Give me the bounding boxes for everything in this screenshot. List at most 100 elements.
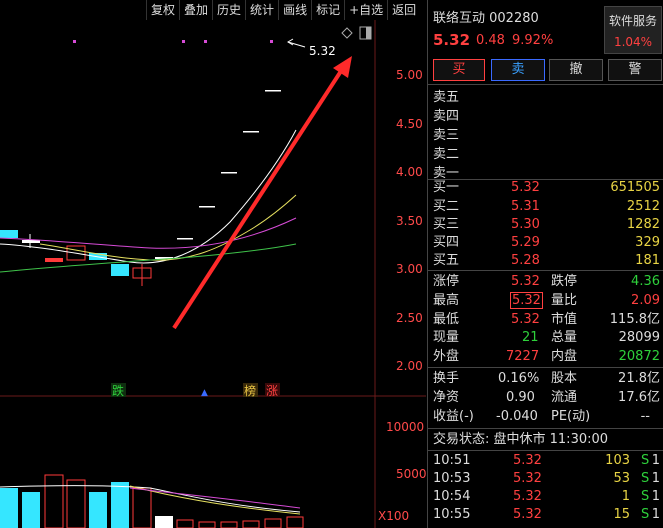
sector-box[interactable]: 软件服务 1.04% xyxy=(604,6,662,54)
toolbar-fanhui[interactable]: 返回 xyxy=(387,0,420,20)
ask-row[interactable]: 卖四 xyxy=(428,107,663,126)
candle xyxy=(0,230,18,238)
trend-arrow-head xyxy=(333,56,352,78)
kline-chart[interactable]: 5.32 5.00 4.50 4.00 3.50 3.00 2.50 2.00 … xyxy=(0,0,426,528)
marker-down[interactable]: 跌 xyxy=(112,383,124,398)
cancel-order-button[interactable]: 撤 xyxy=(549,59,603,81)
bid-volume: 2512 xyxy=(626,199,660,214)
stat-label: 涨停 xyxy=(433,274,460,289)
volume-bar xyxy=(176,519,194,528)
volume-unit: X100 xyxy=(378,509,409,523)
volume-bar xyxy=(198,521,216,528)
tick-side: S xyxy=(641,507,650,522)
stock-name-code: 联络互动 002280 xyxy=(433,11,539,26)
trade-status: 交易状态: 盘中休市 11:30:00 xyxy=(433,432,609,447)
bid-price: 5.30 xyxy=(511,217,540,232)
bid-row[interactable]: 买三 5.30 1282 xyxy=(428,215,663,234)
price-tick: 2.00 xyxy=(396,359,423,373)
tick-side: S xyxy=(641,471,650,486)
stock-change-pct: 9.92% xyxy=(512,33,554,48)
ma-white-line xyxy=(0,129,297,264)
stat-label: 收益(-) xyxy=(433,409,474,424)
volume-bar xyxy=(0,488,18,528)
tick-time: 10:54 xyxy=(433,489,471,504)
stat-value: 7227 xyxy=(506,349,540,364)
vol-ma-purple xyxy=(129,487,301,509)
volume-bar xyxy=(286,516,304,528)
toolbar-tongji[interactable]: 统计 xyxy=(245,0,278,20)
stat-value: 0.90 xyxy=(506,390,535,405)
toolbar-biaoji[interactable]: 标记 xyxy=(311,0,344,20)
buy-button[interactable]: 买 xyxy=(433,59,485,81)
ask-row[interactable]: 卖二 xyxy=(428,145,663,164)
candle xyxy=(221,172,237,174)
tick-side: S xyxy=(641,489,650,504)
stat-label: PE(动) xyxy=(551,409,591,424)
tick-price: 5.32 xyxy=(513,489,542,504)
stock-price: 5.32 xyxy=(433,31,471,49)
event-dot xyxy=(73,40,76,43)
panel-icon-fill xyxy=(366,27,371,39)
stat-label: 现量 xyxy=(433,330,460,345)
marker-bang[interactable]: 榜 xyxy=(244,383,256,398)
volume-bar xyxy=(89,492,107,528)
tick-row[interactable]: 10:55 5.32 15 S 1 xyxy=(428,505,663,524)
tick-row[interactable]: 10:53 5.32 53 S 1 xyxy=(428,469,663,488)
divider xyxy=(428,270,663,271)
price-tick: 4.50 xyxy=(396,117,423,131)
marker-rise[interactable]: 涨 xyxy=(266,383,278,398)
alert-button[interactable]: 警 xyxy=(608,59,662,81)
bid-price: 5.31 xyxy=(511,199,540,214)
stat-value: 2.09 xyxy=(631,293,660,308)
toolbar-huaxian[interactable]: 画线 xyxy=(278,0,311,20)
tick-count: 1 xyxy=(651,507,660,522)
bid-row[interactable]: 买二 5.31 2512 xyxy=(428,197,663,216)
marker-up-arrow[interactable]: ▲ xyxy=(201,388,208,398)
bid-label: 买二 xyxy=(433,199,460,214)
candle xyxy=(45,258,63,262)
stat-value: 0.16% xyxy=(498,371,540,386)
price-tick: 5.00 xyxy=(396,68,423,82)
tick-row[interactable]: 10:51 5.32 103 S 1 xyxy=(428,451,663,470)
candle xyxy=(177,238,193,240)
volume-tick: 5000 xyxy=(396,467,426,481)
price-pointer-label: 5.32 xyxy=(309,44,336,58)
tick-row[interactable]: 10:54 5.32 1 S 1 xyxy=(428,487,663,506)
volume-bar xyxy=(111,482,129,528)
toolbar-lishi[interactable]: 历史 xyxy=(212,0,245,20)
ask-label: 卖四 xyxy=(433,109,460,124)
stat-value: 5.32 xyxy=(510,292,543,309)
price-tick: 2.50 xyxy=(396,311,423,325)
stat-row: 收益(-) -0.040 PE(动) -- xyxy=(428,407,663,426)
bid-volume: 329 xyxy=(635,235,660,250)
divider xyxy=(428,428,663,429)
sell-button[interactable]: 卖 xyxy=(491,59,545,81)
bid-row[interactable]: 买一 5.32 651505 xyxy=(428,178,663,197)
toolbar-zixuan[interactable]: +自选 xyxy=(344,0,387,20)
sector-label: 软件服务 xyxy=(608,14,657,28)
candle xyxy=(111,264,129,276)
stat-value: 5.32 xyxy=(511,312,540,327)
volume-bar xyxy=(155,516,173,528)
stat-value: -0.040 xyxy=(496,409,538,424)
bid-row[interactable]: 买五 5.28 181 xyxy=(428,251,663,270)
tick-price: 5.32 xyxy=(513,453,542,468)
bid-label: 买一 xyxy=(433,180,460,195)
ask-row[interactable]: 卖五 xyxy=(428,88,663,107)
ma-purple-line xyxy=(0,217,297,249)
stat-label: 净资 xyxy=(433,390,460,405)
volume-tick: 10000 xyxy=(386,420,424,434)
stat-value: 4.36 xyxy=(631,274,660,289)
stat-value: 28099 xyxy=(618,330,660,345)
toolbar-diejia[interactable]: 叠加 xyxy=(179,0,212,20)
tick-price: 5.32 xyxy=(513,507,542,522)
volume-axis: 10000 5000 X100 xyxy=(378,420,426,523)
stat-label: 跌停 xyxy=(551,274,578,289)
bid-row[interactable]: 买四 5.29 329 xyxy=(428,233,663,252)
stat-value: 21 xyxy=(522,330,539,345)
ask-row[interactable]: 卖三 xyxy=(428,126,663,145)
toolbar-fuquan[interactable]: 复权 xyxy=(146,0,179,20)
diamond-icon[interactable] xyxy=(341,27,353,39)
stat-label: 外盘 xyxy=(433,349,460,364)
volume-bars xyxy=(0,474,304,528)
